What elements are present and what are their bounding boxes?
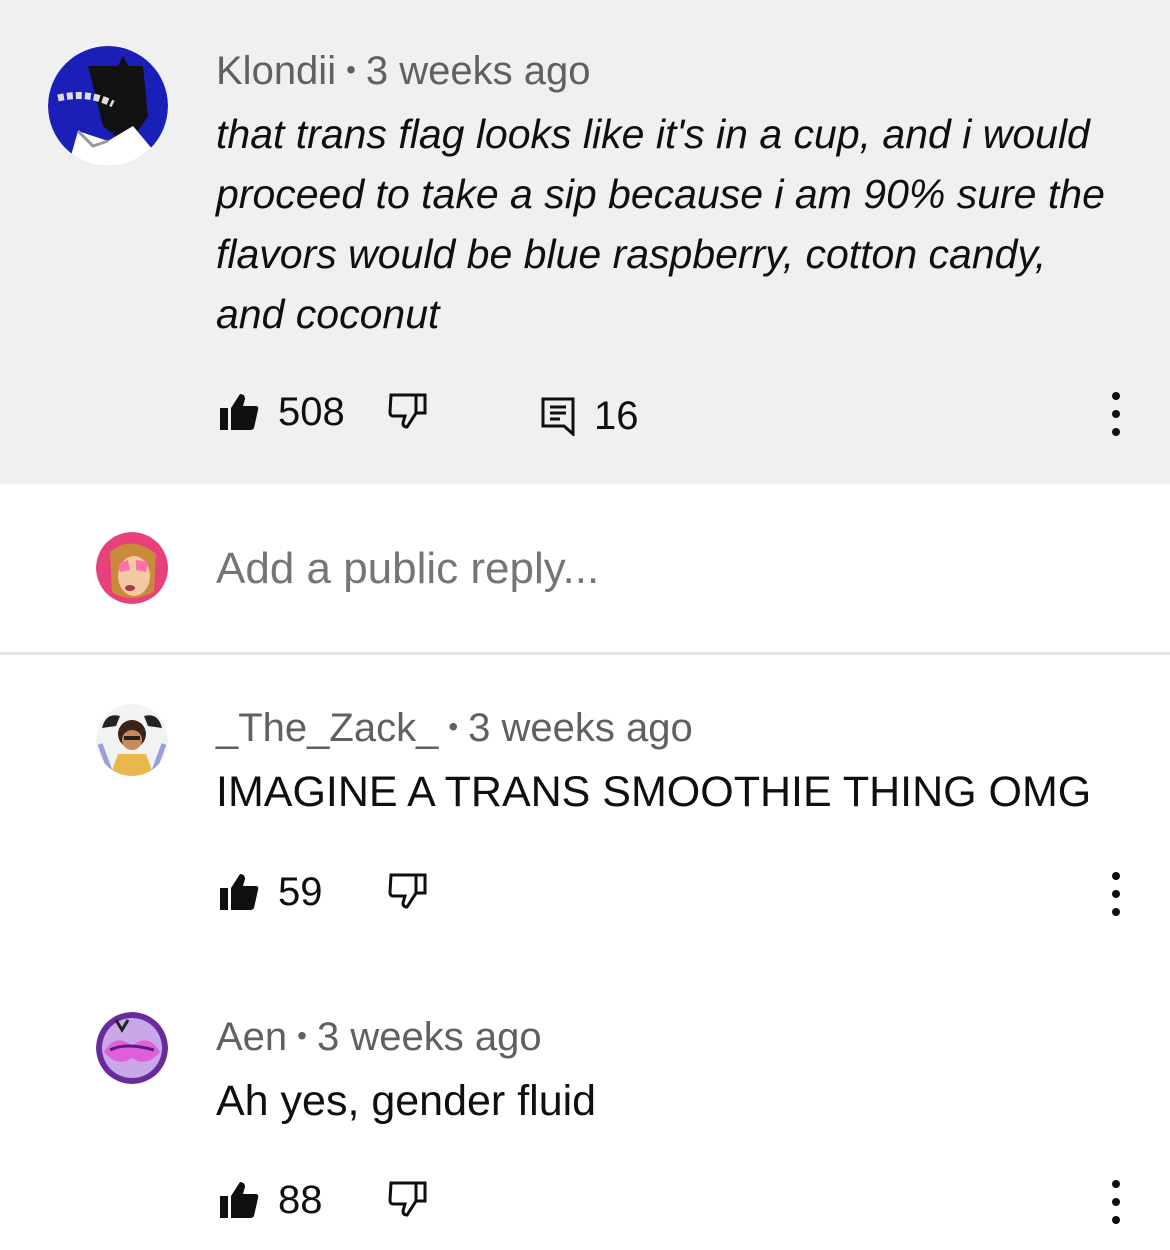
comment-meta: Klondii • 3 weeks ago	[216, 47, 590, 99]
current-user-avatar	[96, 532, 168, 604]
thumbs-up-icon	[220, 874, 259, 910]
highlighted-comment: Klondii • 3 weeks ago that trans flag look…	[0, 0, 1170, 484]
like-button[interactable]: 88	[218, 1176, 323, 1224]
thumbs-up-icon	[220, 1182, 259, 1218]
like-count: 88	[278, 1178, 323, 1222]
comment-meta: Aen • 3 weeks ago	[216, 1013, 542, 1065]
comment-actions: 508 16	[0, 382, 1170, 442]
replies-count: 16	[594, 394, 639, 438]
thumbs-down-icon	[388, 393, 427, 429]
comment-time: 3 weeks ago	[468, 706, 693, 750]
more-vert-icon[interactable]	[1106, 392, 1126, 436]
reply-input[interactable]	[216, 544, 1016, 594]
separator-dot: •	[448, 711, 459, 742]
avatar-the-zack[interactable]	[96, 704, 168, 776]
replies-button[interactable]: 16	[540, 392, 639, 440]
dislike-button[interactable]	[388, 1180, 428, 1218]
more-vert-icon[interactable]	[1106, 872, 1126, 916]
like-button[interactable]: 508	[218, 388, 345, 436]
comment-text: that trans flag looks like it's in a cup…	[216, 111, 1105, 337]
like-count: 508	[278, 390, 345, 434]
like-count: 59	[278, 870, 323, 914]
reply-comment-icon	[541, 397, 575, 436]
comment-time: 3 weeks ago	[365, 49, 591, 93]
dislike-button[interactable]	[388, 872, 428, 910]
comment-text: IMAGINE A TRANS SMOOTHIE THING OMG	[216, 768, 1092, 816]
thumbs-down-icon	[388, 873, 427, 909]
comment-meta: _The_Zack_ • 3 weeks ago	[216, 704, 693, 756]
more-vert-icon[interactable]	[1106, 1180, 1126, 1224]
comment-text: Ah yes, gender fluid	[216, 1077, 597, 1125]
like-button[interactable]: 59	[218, 868, 323, 916]
separator-dot: •	[346, 54, 356, 85]
avatar-aen[interactable]	[96, 1012, 168, 1084]
comment-author[interactable]: Klondii	[216, 49, 336, 93]
comment-actions: 88	[0, 1170, 1170, 1230]
dislike-button[interactable]	[388, 392, 428, 430]
comment-actions: 59	[0, 862, 1170, 922]
thumbs-up-icon	[220, 394, 259, 430]
comment-author[interactable]: _The_Zack_	[216, 706, 438, 750]
avatar-klondii[interactable]	[48, 46, 168, 166]
reply-row	[0, 484, 1170, 655]
comment-author[interactable]: Aen	[216, 1015, 287, 1059]
separator-dot: •	[297, 1020, 307, 1051]
comment-time: 3 weeks ago	[316, 1015, 542, 1059]
thumbs-down-icon	[388, 1181, 427, 1217]
